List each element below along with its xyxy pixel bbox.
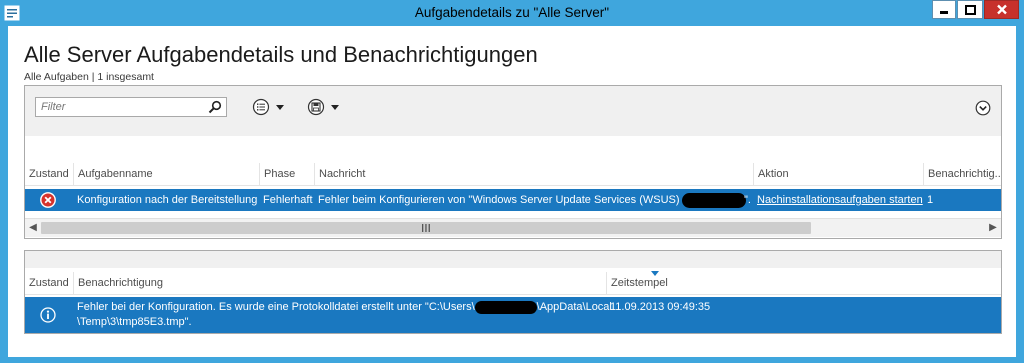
notification-text-line1-end: \AppData\Local — [536, 301, 612, 313]
filter-input[interactable] — [36, 98, 211, 116]
window-title: Aufgabendetails zu "Alle Server" — [414, 5, 610, 20]
column-header-task-name[interactable]: Aufgabenname — [73, 163, 259, 185]
error-icon — [40, 192, 56, 208]
horizontal-scrollbar[interactable]: ◀ ▶ — [25, 218, 1001, 237]
column-header-timestamp[interactable]: Zeitstempel — [606, 271, 707, 294]
page-subtitle: Alle Aufgaben | 1 insgesamt — [24, 71, 154, 83]
column-header-message[interactable]: Nachricht — [314, 163, 753, 185]
app-icon — [4, 5, 20, 21]
timestamp-header-label: Zeitstempel — [611, 277, 668, 289]
minimize-icon — [940, 10, 948, 14]
close-icon — [996, 4, 1007, 15]
scroll-thumb[interactable] — [41, 222, 811, 234]
tasks-toolbar — [25, 86, 1001, 136]
save-icon — [307, 98, 339, 116]
notification-text-line2: \Temp\3\tmp85E3.tmp". — [77, 316, 192, 328]
tasks-column-headers: Zustand Aufgabenname Phase Nachricht Akt… — [25, 163, 1001, 186]
sort-descending-icon — [651, 271, 659, 276]
action-link[interactable]: Nachinstallationsaufgaben starten — [753, 189, 923, 211]
task-notification-count: 1 — [927, 194, 934, 206]
column-header-notification[interactable]: Benachrichtigung — [73, 272, 606, 294]
page-title: Alle Server Aufgabendetails und Benachri… — [24, 42, 538, 67]
redaction-mark — [474, 300, 537, 314]
save-query-dropdown-button[interactable] — [307, 98, 345, 116]
notifications-toolbar — [25, 251, 1001, 268]
scroll-right-icon[interactable]: ▶ — [987, 221, 999, 235]
redaction-mark — [682, 193, 746, 208]
info-icon — [40, 307, 56, 323]
column-header-notifications[interactable]: Benachrichtig... — [923, 163, 1001, 185]
notifications-panel: Zustand Benachrichtigung Zeitstempel Feh… — [24, 250, 1002, 334]
task-message: Fehler beim Konfigurieren von "Windows S… — [318, 194, 680, 206]
tasks-panel: Zustand Aufgabenname Phase Nachricht Akt… — [24, 85, 1002, 239]
task-name: Konfiguration nach der Bereitstellung — [77, 194, 258, 206]
column-header-phase[interactable]: Phase — [259, 163, 314, 185]
grip-icon — [422, 224, 430, 232]
notification-timestamp: 11.09.2013 09:49:35 — [610, 301, 711, 313]
notification-text-line1-start: Fehler bei der Konfiguration. Es wurde e… — [77, 301, 475, 313]
chevron-down-icon[interactable] — [975, 100, 991, 116]
search-icon[interactable] — [208, 100, 222, 114]
scroll-left-icon[interactable]: ◀ — [27, 221, 39, 235]
maximize-button[interactable] — [957, 0, 983, 19]
notifications-column-headers: Zustand Benachrichtigung Zeitstempel — [25, 271, 1001, 295]
list-menu-icon — [252, 98, 284, 116]
notification-text: Fehler bei der Konfiguration. Es wurde e… — [73, 300, 612, 330]
queries-dropdown-button[interactable] — [252, 98, 290, 116]
client-area: Alle Server Aufgabendetails und Benachri… — [8, 26, 1016, 357]
task-phase: Fehlerhaft — [263, 194, 313, 206]
table-row[interactable]: Konfiguration nach der Bereitstellung Fe… — [25, 189, 1001, 211]
title-bar: Aufgabendetails zu "Alle Server" — [0, 0, 1024, 26]
close-button[interactable] — [984, 0, 1019, 19]
filter-box[interactable] — [35, 97, 227, 117]
column-header-status[interactable]: Zustand — [25, 163, 73, 185]
column-header-status[interactable]: Zustand — [25, 272, 73, 294]
maximize-icon — [964, 4, 976, 15]
table-row[interactable]: Fehler bei der Konfiguration. Es wurde e… — [25, 297, 1001, 333]
minimize-button[interactable] — [932, 0, 956, 19]
column-header-action[interactable]: Aktion — [753, 163, 923, 185]
